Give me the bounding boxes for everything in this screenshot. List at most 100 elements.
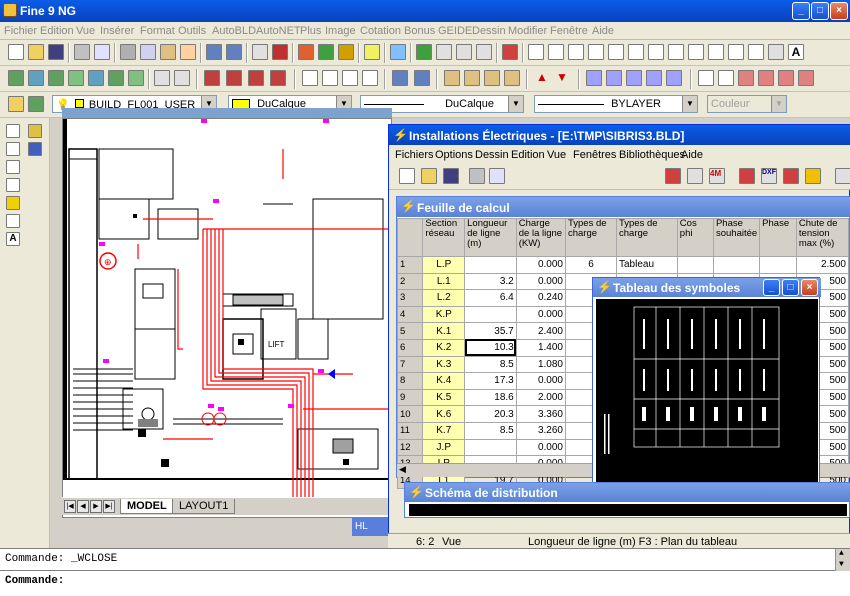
- left-block-icon[interactable]: [6, 196, 20, 210]
- command-prompt[interactable]: Commande:: [5, 575, 64, 587]
- charge-cell[interactable]: 3.360: [515, 405, 566, 423]
- elec-print-icon[interactable]: [469, 168, 485, 184]
- move-up-icon[interactable]: ▲: [534, 70, 550, 86]
- print-preview-icon[interactable]: [94, 44, 110, 60]
- edit-tool-icon[interactable]: [362, 70, 378, 86]
- print-icon[interactable]: [74, 44, 90, 60]
- section-cell[interactable]: K.3: [422, 355, 466, 374]
- dim-tool-3-icon[interactable]: [626, 70, 642, 86]
- longueur-cell[interactable]: 6.4: [464, 289, 517, 307]
- text-icon[interactable]: A: [788, 44, 804, 60]
- rectangle-icon[interactable]: [628, 44, 644, 60]
- chute-tension-cell[interactable]: 2.500: [795, 256, 850, 274]
- menu-image[interactable]: Image: [325, 25, 356, 37]
- modify-tool-1-icon[interactable]: [698, 70, 714, 86]
- col-header[interactable]: Longueur de ligne (m): [464, 218, 517, 257]
- types-charge-name-cell[interactable]: Tableau: [616, 256, 678, 274]
- charge-cell[interactable]: 0.000: [515, 256, 566, 274]
- paste-icon[interactable]: [160, 44, 176, 60]
- longueur-cell[interactable]: 18.6: [464, 388, 517, 407]
- row-number[interactable]: 11: [396, 421, 424, 440]
- menu-edition[interactable]: Edition: [40, 25, 74, 37]
- menu-format[interactable]: Format: [140, 25, 175, 37]
- charge-cell[interactable]: 0.000: [515, 305, 566, 324]
- menu-bonus[interactable]: Bonus: [404, 25, 435, 37]
- menu-autonet[interactable]: AutoNET: [256, 25, 301, 37]
- section-cell[interactable]: L.1: [422, 272, 466, 291]
- net-tool-3-icon[interactable]: [248, 70, 264, 86]
- net-tool-4-icon[interactable]: [270, 70, 286, 86]
- properties-icon[interactable]: [364, 44, 380, 60]
- match-properties-icon[interactable]: [180, 44, 196, 60]
- minimized-pane[interactable]: HL: [352, 518, 388, 536]
- left-text-icon[interactable]: A: [6, 232, 20, 246]
- menu-aide[interactable]: Aide: [592, 25, 614, 37]
- section-cell[interactable]: J.P: [422, 438, 466, 457]
- row-number[interactable]: 9: [396, 388, 424, 407]
- section-cell[interactable]: K.2: [422, 338, 466, 357]
- elec-extra-icon[interactable]: [835, 168, 850, 184]
- tab-next-icon[interactable]: ▶: [90, 500, 102, 513]
- scroll-down-icon[interactable]: ▼: [839, 560, 844, 569]
- hatch-icon[interactable]: [748, 44, 764, 60]
- menu-geide[interactable]: GEIDE: [438, 25, 472, 37]
- menu-vue[interactable]: Vue: [76, 25, 95, 37]
- point-icon[interactable]: [728, 44, 744, 60]
- bld-tool-9-icon[interactable]: [174, 70, 190, 86]
- draw-tool-icon[interactable]: [298, 44, 314, 60]
- menu-outils[interactable]: Outils: [178, 25, 206, 37]
- tab-prev-icon[interactable]: ◀: [77, 500, 89, 513]
- elec-tool-icon[interactable]: [783, 168, 799, 184]
- layer-tool-icon[interactable]: [338, 44, 354, 60]
- charge-cell[interactable]: 0.000: [515, 438, 566, 457]
- charge-cell[interactable]: 0.000: [515, 372, 566, 390]
- row-number[interactable]: 4: [396, 305, 424, 324]
- scroll-up-icon[interactable]: ▲: [839, 549, 844, 558]
- modify-tool-4-icon[interactable]: [758, 70, 774, 86]
- elec-new-icon[interactable]: [399, 168, 415, 184]
- menu-fichier[interactable]: Fichier: [4, 25, 37, 37]
- modify-tool-2-icon[interactable]: [718, 70, 734, 86]
- image-tool-1-icon[interactable]: [444, 70, 460, 86]
- elec-menu-edition[interactable]: Edition: [511, 149, 545, 161]
- left-scissors-icon[interactable]: [6, 214, 20, 228]
- left-arc-icon[interactable]: [6, 142, 20, 156]
- left-table-icon[interactable]: [28, 142, 42, 156]
- longueur-cell[interactable]: [464, 256, 517, 274]
- lineweight-combo[interactable]: BYLAYER ▼: [534, 95, 698, 113]
- elec-home-icon[interactable]: [805, 168, 821, 184]
- zoom-window-icon[interactable]: [456, 44, 472, 60]
- section-cell[interactable]: K.5: [422, 388, 466, 407]
- row-number[interactable]: 5: [396, 322, 424, 340]
- view-tool-2-icon[interactable]: [414, 70, 430, 86]
- elec-menu-aide[interactable]: Aide: [681, 149, 703, 161]
- elec-menu-dessin[interactable]: Dessin: [475, 149, 509, 161]
- net-tool-1-icon[interactable]: [204, 70, 220, 86]
- col-header[interactable]: Phase: [759, 218, 797, 257]
- col-header[interactable]: Types de charge: [616, 218, 678, 257]
- tab-last-icon[interactable]: ▶|: [103, 500, 115, 513]
- bonus-tool-icon[interactable]: [390, 44, 406, 60]
- bld-tool-3-icon[interactable]: [48, 70, 64, 86]
- maximize-button[interactable]: □: [811, 2, 829, 20]
- longueur-cell[interactable]: 35.7: [464, 322, 517, 340]
- row-number[interactable]: 10: [396, 405, 424, 423]
- row-number[interactable]: 12: [396, 438, 424, 457]
- row-number[interactable]: 1: [396, 256, 424, 274]
- cos-phi-cell[interactable]: [676, 256, 714, 274]
- section-cell[interactable]: K.7: [422, 421, 466, 440]
- longueur-cell[interactable]: [464, 305, 517, 324]
- modify-tool-6-icon[interactable]: [798, 70, 814, 86]
- view-tool-1-icon[interactable]: [392, 70, 408, 86]
- spline-icon[interactable]: [668, 44, 684, 60]
- zoom-previous-icon[interactable]: [476, 44, 492, 60]
- section-cell[interactable]: K.1: [422, 322, 466, 340]
- tab-layout1[interactable]: LAYOUT1: [172, 499, 236, 514]
- col-header[interactable]: Phase souhaitée: [712, 218, 761, 257]
- elec-4m-icon[interactable]: 4M: [709, 168, 725, 184]
- bld-tool-2-icon[interactable]: [28, 70, 44, 86]
- new-file-icon[interactable]: [8, 44, 24, 60]
- construction-line-icon[interactable]: [548, 44, 564, 60]
- menu-cotation[interactable]: Cotation: [360, 25, 401, 37]
- bld-tool-7-icon[interactable]: [128, 70, 144, 86]
